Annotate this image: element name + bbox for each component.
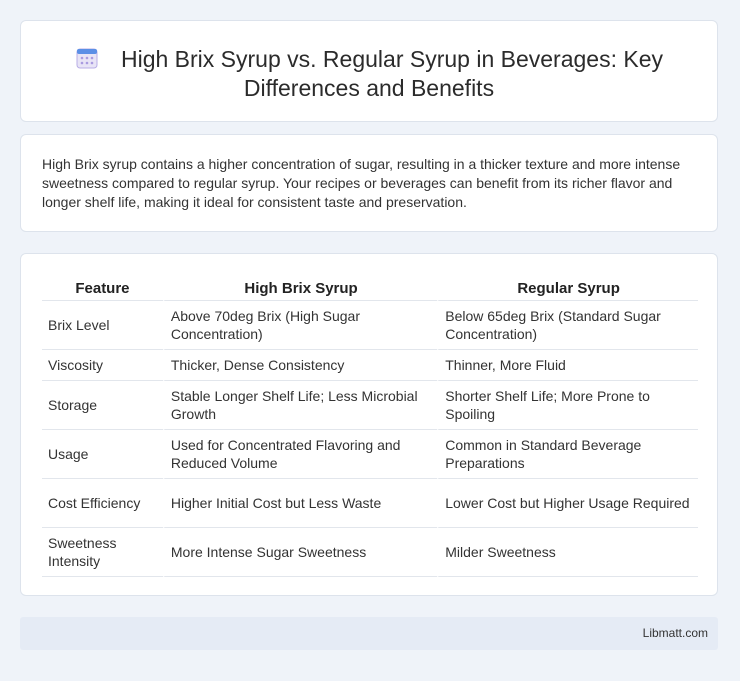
high-brix-cell: Thicker, Dense Consistency <box>162 350 438 381</box>
header-high-brix: High Brix Syrup <box>162 274 438 301</box>
table-row: Viscosity Thicker, Dense Consistency Thi… <box>42 350 698 381</box>
feature-cell: Sweetness Intensity <box>42 528 163 577</box>
high-brix-cell: Used for Concentrated Flavoring and Redu… <box>162 430 438 479</box>
regular-cell: Thinner, More Fluid <box>437 350 698 381</box>
regular-cell: Milder Sweetness <box>437 528 698 577</box>
comparison-table: Feature High Brix Syrup Regular Syrup Br… <box>42 274 698 577</box>
high-brix-cell: Stable Longer Shelf Life; Less Microbial… <box>162 381 438 430</box>
header-regular: Regular Syrup <box>437 274 698 301</box>
comparison-table-card: Feature High Brix Syrup Regular Syrup Br… <box>20 253 718 596</box>
table-row: Storage Stable Longer Shelf Life; Less M… <box>42 381 698 430</box>
feature-cell: Cost Efficiency <box>42 479 163 528</box>
calendar-icon <box>75 46 99 70</box>
table-row: Brix Level Above 70deg Brix (High Sugar … <box>42 301 698 350</box>
intro-paragraph: High Brix syrup contains a higher concen… <box>42 156 681 210</box>
header-feature: Feature <box>42 274 163 301</box>
high-brix-cell: More Intense Sugar Sweetness <box>162 528 438 577</box>
regular-cell: Lower Cost but Higher Usage Required <box>437 479 698 528</box>
regular-cell: Common in Standard Beverage Preparations <box>437 430 698 479</box>
regular-cell: Shorter Shelf Life; More Prone to Spoili… <box>437 381 698 430</box>
page-title-text: High Brix Syrup vs. Regular Syrup in Bev… <box>120 46 664 101</box>
intro-card: High Brix syrup contains a higher concen… <box>20 134 718 232</box>
footer-site-link[interactable]: Libmatt.com <box>643 626 708 640</box>
table-row: Cost Efficiency Higher Initial Cost but … <box>42 479 698 528</box>
table-header-row: Feature High Brix Syrup Regular Syrup <box>42 274 698 301</box>
high-brix-cell: Higher Initial Cost but Less Waste <box>162 479 438 528</box>
feature-cell: Storage <box>42 381 163 430</box>
page-title: High Brix Syrup vs. Regular Syrup in Bev… <box>21 45 717 103</box>
feature-cell: Brix Level <box>42 301 163 350</box>
feature-cell: Usage <box>42 430 163 479</box>
table-row: Sweetness Intensity More Intense Sugar S… <box>42 528 698 577</box>
footer-bar: Libmatt.com <box>20 617 718 650</box>
high-brix-cell: Above 70deg Brix (High Sugar Concentrati… <box>162 301 438 350</box>
feature-cell: Viscosity <box>42 350 163 381</box>
regular-cell: Below 65deg Brix (Standard Sugar Concent… <box>437 301 698 350</box>
title-card: High Brix Syrup vs. Regular Syrup in Bev… <box>20 20 718 122</box>
table-row: Usage Used for Concentrated Flavoring an… <box>42 430 698 479</box>
